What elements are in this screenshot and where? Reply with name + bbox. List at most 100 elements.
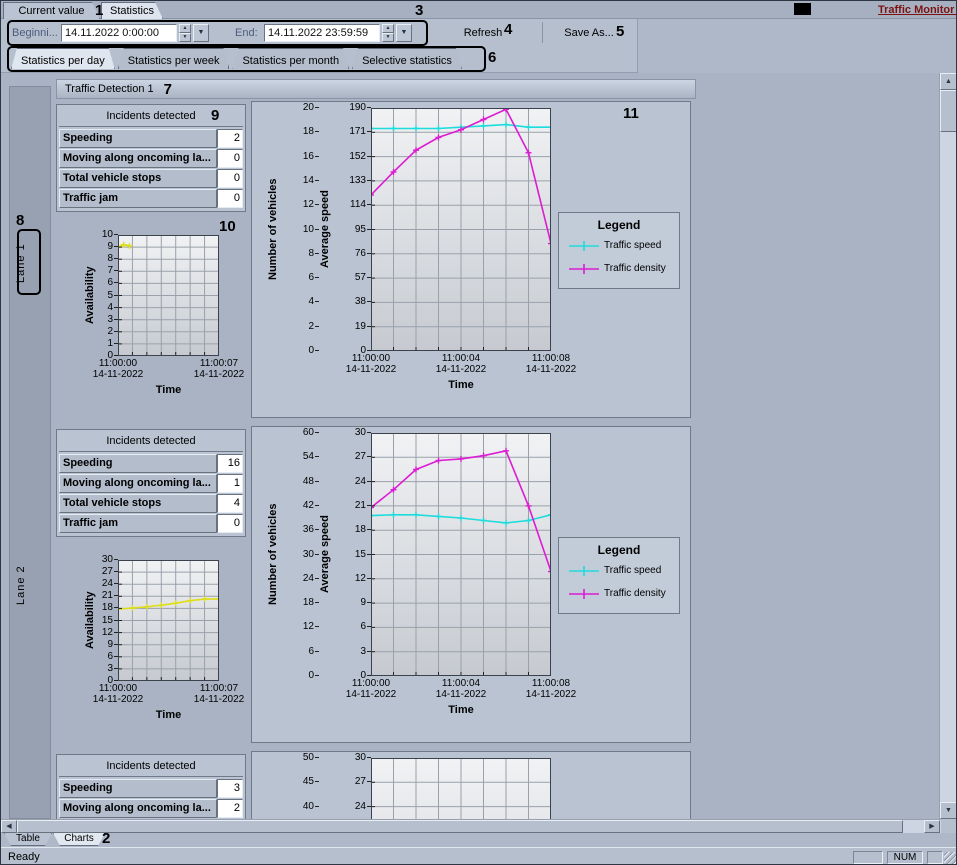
y-tick-label: 50	[303, 753, 319, 763]
tab-statistics[interactable]: Statistics	[101, 2, 163, 19]
vertical-scrollbar[interactable]: ▲ ▼	[939, 73, 956, 819]
incident-row: Speeding2	[59, 129, 243, 148]
y-tick-label: 190	[349, 103, 371, 113]
availability-chart: Availability03691215182124273011:00:0014…	[84, 560, 246, 721]
incidents-title-label: Incidents detected	[106, 435, 195, 447]
scroll-left-icon[interactable]: ◀	[1, 820, 17, 833]
end-date-label: End:	[235, 27, 262, 39]
x-tick-label: 11:00:0014-11-2022	[93, 358, 143, 380]
end-date-spinner[interactable]: ▲▼	[382, 24, 394, 42]
begin-date-dropdown[interactable]: ▼	[193, 24, 209, 42]
incident-value: 16	[217, 454, 243, 473]
annotation-1: 1	[95, 3, 103, 18]
y-tick-label: 1	[107, 339, 118, 349]
tab-current-value[interactable]: Current value	[3, 2, 100, 19]
y-tick-label: 30	[355, 428, 371, 438]
chart-legend: LegendTraffic speedTraffic density	[558, 537, 680, 614]
y-tick-label: 24	[102, 579, 118, 589]
y-tick-label: 76	[355, 249, 371, 259]
y-tick-label: 27	[355, 777, 371, 787]
y-tick-label: 14	[303, 176, 319, 186]
incidents-panel: Incidents detected Speeding3 Moving alon…	[56, 754, 246, 819]
tab-charts-label: Charts	[64, 833, 93, 844]
incident-label: Total vehicle stops	[59, 494, 217, 513]
tab-table[interactable]: Table	[4, 833, 52, 846]
y-tick-label: 6	[107, 278, 118, 288]
scroll-up-icon[interactable]: ▲	[940, 73, 957, 90]
begin-date-label: Beginni...	[12, 27, 59, 39]
spin-up-icon[interactable]: ▲	[382, 24, 394, 33]
y-axis-label: Average speed	[319, 758, 335, 819]
tab-statistics-per-week[interactable]: Statistics per week	[118, 48, 230, 69]
spin-up-icon[interactable]: ▲	[179, 24, 191, 33]
y-axis-label: Availability	[84, 560, 100, 681]
lane-2-row: Incidents detected Speeding16 Moving alo…	[51, 426, 941, 743]
tab-statistics-per-day[interactable]: Statistics per day	[11, 48, 115, 69]
y-tick-label: 48	[303, 477, 319, 487]
end-date-dropdown[interactable]: ▼	[396, 24, 412, 42]
x-tick-time: 11:00:07	[194, 683, 244, 694]
incident-value: 2	[217, 129, 243, 148]
plot-area	[371, 108, 551, 351]
vertical-scroll-thumb[interactable]	[940, 90, 957, 132]
incident-row: Moving along oncoming la...0	[59, 149, 243, 168]
y-tick-label: 36	[303, 525, 319, 535]
x-tick-date: 14-11-2022	[194, 369, 244, 380]
plot-column: 11:00:0014-11-202211:00:0714-11-2022Time	[118, 235, 219, 396]
incidents-title: Incidents detected9	[59, 107, 243, 127]
spin-down-icon[interactable]: ▼	[179, 33, 191, 42]
x-tick-label: 11:00:0814-11-2022	[526, 678, 576, 700]
save-as-button[interactable]: Save As...	[553, 24, 625, 42]
y-tick-label: 19	[355, 322, 371, 332]
chart-body: Number of vehicles05101520253035404550Av…	[267, 758, 690, 819]
tab-selective-statistics[interactable]: Selective statistics	[352, 48, 462, 69]
y-tick-label: 57	[355, 273, 371, 283]
annotation-3: 3	[415, 3, 423, 18]
legend-swatch	[569, 263, 599, 277]
x-tick-label: 11:00:0014-11-2022	[346, 678, 396, 700]
speed-density-chart-panel: 11 Number of vehicles02468101214161820Av…	[251, 101, 691, 418]
y-tick-label: 6	[308, 273, 319, 283]
x-tick-label: 11:00:0014-11-2022	[346, 353, 396, 375]
scroll-down-icon[interactable]: ▼	[940, 802, 957, 819]
incidents-title: Incidents detected	[59, 757, 243, 777]
begin-date-spinner[interactable]: ▲▼	[179, 24, 191, 42]
y-axis-label: Number of vehicles	[267, 433, 283, 676]
annotation-7: 7	[164, 81, 172, 98]
horizontal-scrollbar[interactable]: ◀ ▶	[1, 819, 941, 833]
x-tick-time: 11:00:00	[93, 683, 143, 694]
y-tick-label: 15	[355, 550, 371, 560]
bottom-tab-bar: Table Charts	[1, 833, 957, 847]
end-date-input[interactable]	[264, 24, 380, 42]
incident-value: 0	[217, 149, 243, 168]
tab-statistics-per-month[interactable]: Statistics per month	[232, 48, 349, 69]
incident-value: 0	[217, 189, 243, 208]
horizontal-scroll-thumb[interactable]	[17, 820, 903, 833]
annotation-5: 5	[616, 24, 624, 39]
legend-swatch	[569, 588, 599, 602]
y-tick-label: 20	[303, 103, 319, 113]
scroll-right-icon[interactable]: ▶	[924, 820, 940, 833]
tab-charts[interactable]: Charts	[53, 833, 105, 846]
x-tick-time: 11:00:00	[93, 358, 143, 369]
begin-date-input[interactable]	[61, 24, 177, 42]
x-tick-time: 11:00:00	[346, 678, 396, 689]
plot-area	[371, 433, 551, 676]
y-tick-label: 24	[303, 574, 319, 584]
x-tick-time: 11:00:08	[526, 678, 576, 689]
y-tick-label: 171	[349, 127, 371, 137]
status-cell	[853, 851, 883, 864]
y-tick-label: 12	[303, 200, 319, 210]
legend-title: Legend	[563, 543, 675, 557]
incident-label: Traffic jam	[59, 514, 217, 533]
incident-row: Traffic jam0	[59, 514, 243, 533]
y-tick-label: 21	[102, 591, 118, 601]
spin-down-icon[interactable]: ▼	[382, 33, 394, 42]
chart-body: Availability01234567891011:00:0014-11-20…	[84, 235, 246, 396]
y-tick-label: 21	[355, 501, 371, 511]
y-tick-label: 42	[303, 501, 319, 511]
y-tick-label: 95	[355, 225, 371, 235]
x-axis-title: Time	[371, 704, 551, 716]
tab-current-value-label: Current value	[18, 5, 84, 17]
resize-grip[interactable]	[944, 852, 957, 865]
